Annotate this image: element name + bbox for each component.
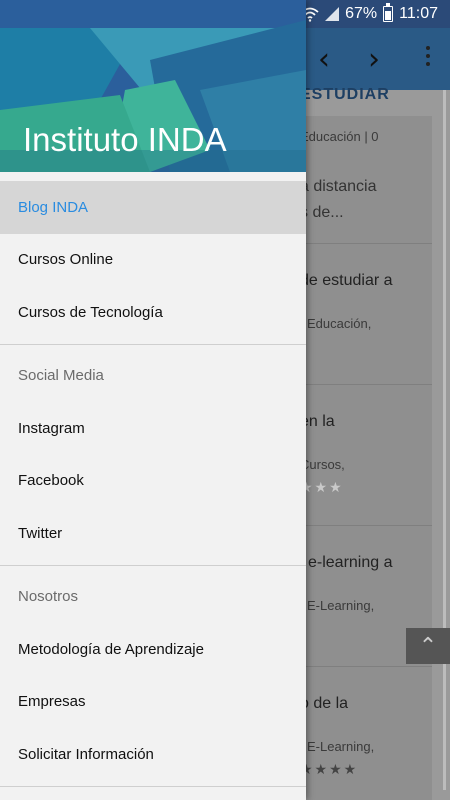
post-heading: ESTUDIAR <box>300 86 390 103</box>
post-title: de estudiar a <box>300 272 393 289</box>
section-header-nosotros: Nosotros <box>18 588 79 606</box>
navigation-drawer: Instituto INDA Blog INDA Cursos Online C… <box>0 0 306 800</box>
divider <box>0 343 306 345</box>
menu-item-cursos-online[interactable]: Cursos Online <box>0 234 306 287</box>
post-title: l e-learning a <box>300 554 393 571</box>
signal-icon <box>325 7 340 21</box>
battery-icon <box>383 3 394 22</box>
menu-item-cursos-tecnologia[interactable]: Cursos de Tecnología <box>0 286 306 339</box>
drawer-header: Instituto INDA <box>0 0 306 172</box>
drawer-title: Instituto INDA <box>23 121 227 158</box>
drawer-menu: Blog INDA Cursos Online Cursos de Tecnol… <box>0 181 306 792</box>
section-header-social-media: Social Media <box>18 367 104 385</box>
menu-item-blog-inda[interactable]: Blog INDA <box>0 181 306 234</box>
post-meta: Educación | 0 <box>300 129 379 144</box>
menu-item-metodologia[interactable]: Metodología de Aprendizaje <box>0 623 306 676</box>
post-meta: | Educación, <box>300 316 372 331</box>
clock: 11:07 <box>399 5 438 22</box>
menu-item-empresas[interactable]: Empresas <box>0 676 306 729</box>
menu-item-instagram[interactable]: Instagram <box>0 402 306 455</box>
post-title: o de la <box>300 695 349 712</box>
divider <box>0 785 306 787</box>
star-rating: ★★★ <box>300 479 344 495</box>
post-meta: | E-Learning, <box>300 598 375 613</box>
menu-item-twitter[interactable]: Twitter <box>0 507 306 560</box>
overflow-menu-icon[interactable] <box>426 46 430 70</box>
post-excerpt: s de... <box>300 204 344 221</box>
battery-percent: 67% <box>345 5 378 22</box>
post-meta: | E-Learning, <box>300 739 375 754</box>
post-meta: Cursos, <box>300 457 345 472</box>
menu-item-facebook[interactable]: Facebook <box>0 455 306 508</box>
star-rating: ★★★★ <box>300 761 359 777</box>
scroll-to-top-button[interactable]: ⌃ <box>406 628 450 664</box>
scrollbar[interactable] <box>443 90 446 790</box>
post-excerpt: a distancia <box>300 178 377 195</box>
divider <box>0 564 306 566</box>
forward-arrow-icon[interactable]: › <box>368 42 380 77</box>
back-arrow-icon[interactable]: ‹ <box>318 42 330 77</box>
menu-item-solicitar-informacion[interactable]: Solicitar Información <box>0 728 306 781</box>
